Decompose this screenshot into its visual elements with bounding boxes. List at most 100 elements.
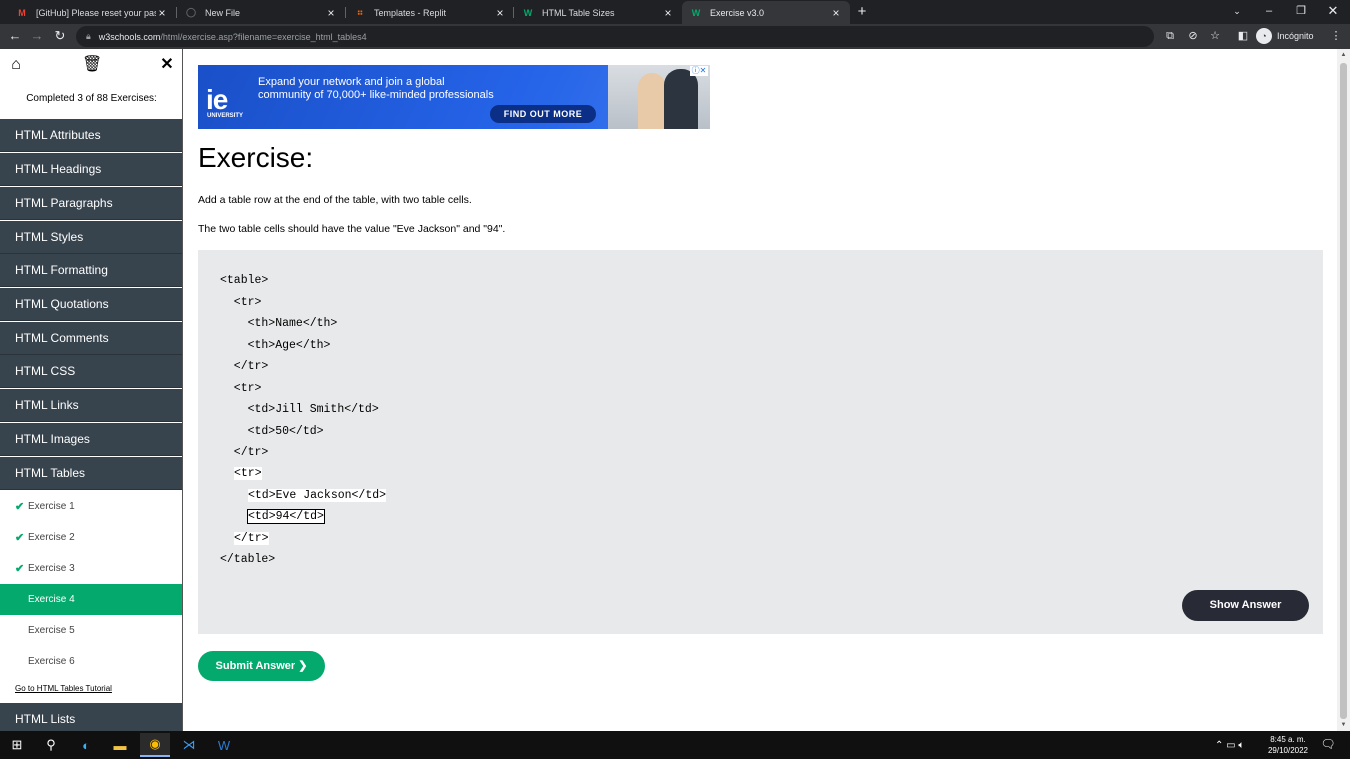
github-icon: ◯ [185, 7, 197, 17]
code-line: </tr> [220, 360, 269, 373]
sidebar-icon-bar: ⌂ 🗑︎ ✕ [0, 49, 182, 83]
chapter-html-images[interactable]: HTML Images [0, 423, 182, 456]
exercise-label: Exercise 4 [28, 594, 75, 605]
gmail-icon: M [18, 7, 26, 18]
notification-icon[interactable]: 🗨︎ [1320, 737, 1336, 753]
chapter-html-css[interactable]: HTML CSS [0, 355, 182, 388]
address-bar[interactable]: 🔒︎ w3schools.com /html/exercise.asp?file… [76, 26, 1154, 47]
ie-logo: ie [206, 84, 228, 115]
bookmark-star-icon[interactable]: ☆ [1207, 28, 1223, 44]
side-panel-icon[interactable]: ◧ [1235, 28, 1251, 44]
exercise-title: Exercise: [198, 142, 314, 173]
browser-tab[interactable]: ⠶ Templates - Replit × [346, 1, 514, 24]
chapter-html-comments[interactable]: HTML Comments [0, 322, 182, 355]
tray-chevron-icon[interactable]: ⌃ [1215, 740, 1223, 751]
minimize-button[interactable]: – [1254, 2, 1284, 20]
code-line: <td>50</td> [220, 425, 324, 438]
close-tab-icon[interactable]: × [325, 6, 337, 20]
checkmark-icon: ✔ [15, 563, 25, 575]
chapter-html-links[interactable]: HTML Links [0, 389, 182, 422]
volume-icon[interactable]: 🔈︎ [1238, 740, 1244, 751]
progress-text: Completed 3 of 88 Exercises: [26, 93, 157, 104]
browser-tab-active[interactable]: W Exercise v3.0 × [682, 1, 850, 24]
browser-tab[interactable]: ◯ New File × [177, 1, 345, 24]
exercise-item[interactable]: Exercise 6 [0, 646, 182, 677]
scroll-up-icon[interactable]: ▲ [1337, 49, 1350, 61]
clock-time: 8:45 a. m. [1270, 735, 1306, 744]
close-tab-icon[interactable]: × [494, 6, 506, 20]
browser-tab[interactable]: M [GitHub] Please reset your passw × [8, 1, 176, 24]
ad-banner[interactable]: ie UNIVERSITY Expand your network and jo… [198, 65, 710, 129]
back-icon[interactable]: ← [6, 27, 24, 45]
tab-title: [GitHub] Please reset your passw [36, 7, 156, 18]
ad-cta-button[interactable]: FIND OUT MORE [490, 105, 596, 123]
answer-input-focused[interactable]: <td>94</td> [247, 509, 325, 524]
scroll-down-icon[interactable]: ▼ [1337, 719, 1350, 731]
w3schools-icon: W [691, 7, 701, 18]
lock-icon: 🔒︎ [86, 31, 91, 41]
ad-close-icon[interactable]: ⓘ✕ [690, 66, 708, 76]
file-explorer-icon[interactable]: ▬ [105, 733, 135, 757]
tab-title: HTML Table Sizes [542, 7, 615, 18]
answer-input[interactable]: <td>Eve Jackson</td> [248, 489, 387, 502]
close-tab-icon[interactable]: × [156, 6, 168, 20]
exercise-item[interactable]: ✔ Exercise 2 [0, 522, 182, 553]
close-window-button[interactable]: ✕ [1318, 2, 1348, 20]
word-icon[interactable]: W [209, 733, 239, 757]
restore-button[interactable]: ❐ [1286, 2, 1316, 20]
tab-title: New File [205, 7, 241, 18]
chapter-html-styles[interactable]: HTML Styles [0, 221, 182, 254]
submit-answer-button[interactable]: Submit Answer ❯ [198, 651, 325, 681]
url-path: /html/exercise.asp?filename=exercise_htm… [160, 31, 367, 42]
translate-icon[interactable]: ⧉ [1162, 28, 1178, 44]
incognito-profile[interactable]: ◔ Incógnito [1256, 27, 1314, 45]
tab-search-icon[interactable]: ⌄ [1222, 2, 1252, 20]
home-icon[interactable]: ⌂ [6, 55, 26, 75]
chapter-html-attributes[interactable]: HTML Attributes [0, 119, 182, 152]
edge-icon[interactable]: ◐ [71, 733, 101, 757]
exercise-label: Exercise 5 [28, 625, 75, 636]
code-line: <td>Jill Smith</td> [220, 403, 379, 416]
search-icon[interactable]: ⚲ [36, 733, 66, 757]
close-tab-icon[interactable]: × [662, 6, 674, 20]
new-tab-button[interactable]: + [854, 3, 870, 21]
tutorial-link[interactable]: Go to HTML Tables Tutorial [15, 684, 112, 693]
vscode-icon[interactable]: ⋊ [174, 733, 204, 757]
chapter-html-quotations[interactable]: HTML Quotations [0, 288, 182, 321]
close-icon[interactable]: ✕ [157, 55, 177, 75]
answer-input[interactable]: </tr> [234, 532, 269, 545]
exercise-item[interactable]: Exercise 5 [0, 615, 182, 646]
forward-icon[interactable]: → [28, 27, 46, 45]
reload-icon[interactable]: ↻ [51, 27, 69, 45]
network-icon[interactable]: ▭ [1226, 740, 1235, 751]
exercise-item-active[interactable]: Exercise 4 [0, 584, 182, 615]
tracking-blocked-icon[interactable]: ⊘ [1185, 28, 1201, 44]
answer-input[interactable]: <tr> [234, 467, 262, 480]
trash-icon[interactable]: 🗑︎ [82, 55, 102, 75]
chapter-html-headings[interactable]: HTML Headings [0, 153, 182, 186]
show-answer-button[interactable]: Show Answer [1182, 590, 1309, 621]
exercise-label: Exercise 1 [28, 501, 75, 512]
scrollbar-thumb[interactable] [1340, 63, 1347, 719]
code-line: <tr> [220, 296, 262, 309]
chrome-icon[interactable]: ◉ [140, 733, 170, 757]
system-tray[interactable]: ⌃ ▭ 🔈︎ [1215, 731, 1244, 759]
windows-start-icon[interactable]: ⊞ [2, 733, 32, 757]
exercise-item[interactable]: ✔ Exercise 3 [0, 553, 182, 584]
page-scrollbar[interactable]: ▲ ▼ [1337, 49, 1350, 731]
instruction-text: Add a table row at the end of the table,… [198, 194, 472, 206]
menu-kebab-icon[interactable]: ⋮ [1328, 28, 1344, 44]
clock-date: 29/10/2022 [1267, 746, 1309, 755]
taskbar-clock[interactable]: 8:45 a. m. 29/10/2022 [1262, 734, 1314, 756]
chapter-html-paragraphs[interactable]: HTML Paragraphs [0, 187, 182, 220]
chapter-html-lists[interactable]: HTML Lists [0, 703, 182, 731]
chapter-html-formatting[interactable]: HTML Formatting [0, 254, 182, 287]
exercise-label: Exercise 2 [28, 532, 75, 543]
exercise-label: Exercise 6 [28, 656, 75, 667]
exercise-label: Exercise 3 [28, 563, 75, 574]
checkmark-icon: ✔ [15, 501, 25, 513]
exercise-item[interactable]: ✔ Exercise 1 [0, 491, 182, 522]
browser-tab[interactable]: W HTML Table Sizes × [514, 1, 682, 24]
close-tab-icon[interactable]: × [830, 6, 842, 20]
chapter-html-tables[interactable]: HTML Tables [0, 457, 182, 490]
